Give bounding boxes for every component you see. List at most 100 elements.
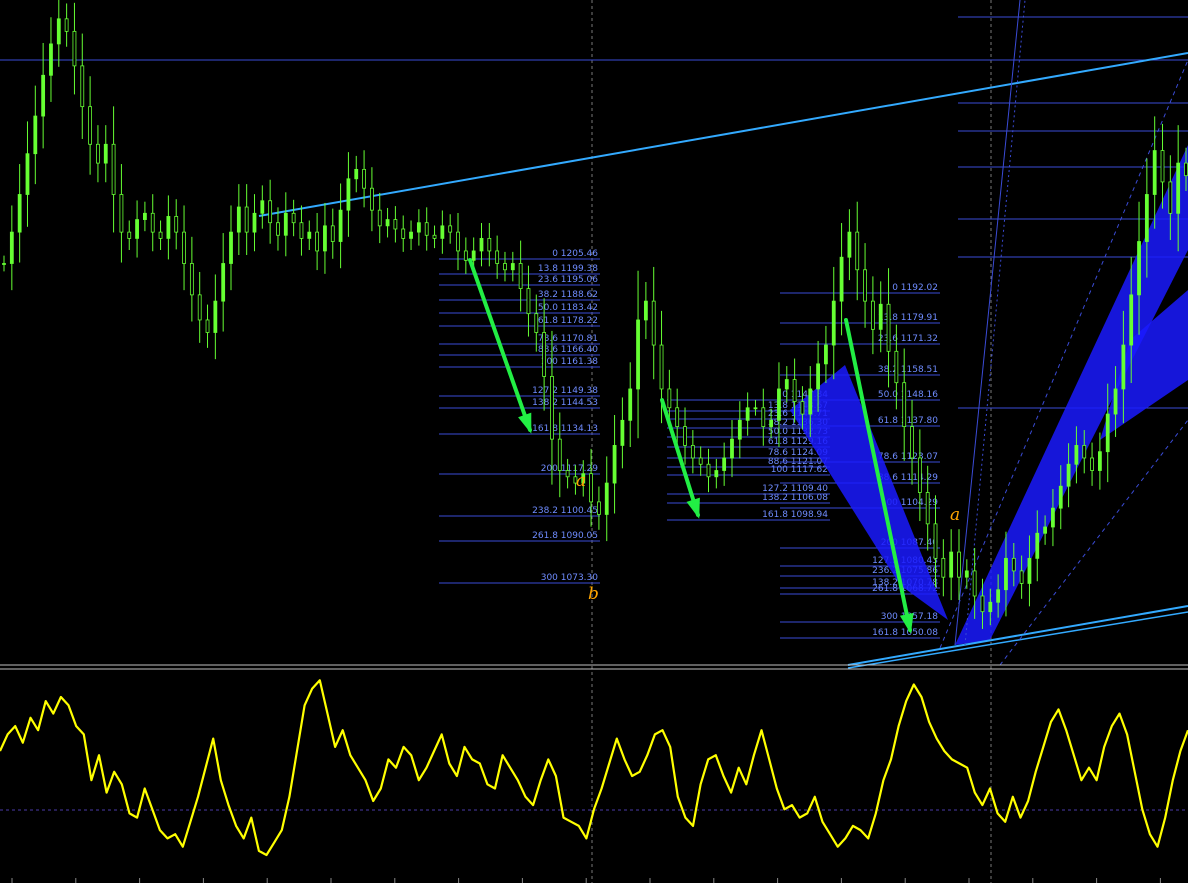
fib-level-label: 61.8 1178.22 (538, 316, 598, 326)
candle-body (1129, 294, 1134, 346)
candle-body (338, 209, 343, 242)
candle-body (135, 219, 139, 239)
candle-body (769, 419, 774, 428)
candle-body (495, 250, 500, 264)
candle-body (839, 256, 844, 302)
candle-body (1066, 463, 1071, 487)
candle-body (471, 250, 476, 261)
candle-body (440, 225, 445, 239)
candle-body (362, 168, 366, 189)
candle-body (330, 225, 335, 242)
candle-body (557, 438, 562, 471)
candle-body (792, 379, 797, 402)
candle-body (1035, 532, 1040, 559)
candle-body (972, 570, 977, 597)
annotation-a-1: a (576, 471, 586, 491)
candle-body (753, 407, 758, 410)
candle-body (589, 473, 593, 503)
candle-body (503, 263, 507, 271)
candle-body (902, 382, 907, 428)
candle-body (1097, 451, 1102, 471)
candle-body (1011, 557, 1016, 572)
candle-body (448, 225, 453, 233)
candle-body (370, 187, 374, 211)
candle-body (949, 551, 954, 578)
fib-level-label: 138.2 1144.53 (532, 398, 598, 408)
candle-body (730, 438, 734, 459)
candle-body (25, 153, 30, 195)
candle-body (643, 300, 648, 321)
candle-body (518, 263, 523, 289)
fib-level-label: 100 1161.38 (541, 357, 599, 367)
annotation-b: b (588, 584, 599, 604)
fib-level-label: 261.8 1090.05 (532, 531, 598, 541)
candle-body (917, 457, 922, 493)
candle-body (1144, 194, 1149, 242)
candle-body (283, 212, 288, 236)
candle-body (307, 231, 312, 239)
candle-body (1004, 557, 1008, 591)
candle-body (213, 300, 218, 333)
candle-body (526, 288, 531, 315)
candle-body (784, 379, 789, 390)
fib-level-label: 161.8 1098.94 (762, 510, 828, 520)
candle-body (244, 206, 249, 233)
candle-body (698, 457, 703, 465)
candle-body (824, 344, 828, 365)
candle-body (252, 212, 257, 233)
candle-body (479, 237, 484, 252)
candle-body (150, 212, 155, 233)
candle-body (236, 206, 241, 233)
fib-level-label: 38.2 1158.51 (878, 365, 938, 375)
fib-level-label: 38.2 1188.62 (538, 290, 598, 300)
candle-body (565, 470, 570, 478)
fib-level-label: 50.0 1148.16 (878, 390, 938, 400)
fib-level-label: 78.6 1170.81 (538, 334, 598, 344)
fib-level-label: 138.2 1106.08 (762, 493, 828, 503)
candle-body (33, 115, 38, 155)
candle-body (777, 388, 781, 421)
candle-body (933, 523, 938, 559)
candle-body (17, 194, 22, 233)
candle-body (1027, 557, 1032, 584)
candle-body (604, 482, 609, 515)
candle-body (182, 231, 186, 264)
candle-body (487, 237, 492, 252)
candle-body (119, 194, 124, 233)
candle-body (456, 231, 460, 252)
candle-body (205, 319, 210, 333)
candle-body (401, 228, 406, 239)
fib-level-label: 161.8 1050.08 (872, 628, 938, 638)
fib-level-label: 61.8 1137.80 (878, 416, 938, 426)
candle-body (636, 319, 640, 390)
candle-body (1160, 150, 1165, 183)
candle-body (925, 492, 930, 525)
candle-body (1058, 485, 1063, 509)
candle-body (424, 222, 429, 236)
candle-body (745, 407, 750, 421)
candle-body (166, 216, 171, 239)
fib-level-label: 127.2 1149.38 (532, 386, 598, 396)
candle-body (683, 426, 687, 446)
fib-level-label: 50.0 1183.42 (538, 303, 598, 313)
candle-body (1105, 413, 1110, 453)
candle-body (1176, 162, 1181, 214)
candle-body (9, 231, 14, 264)
candle-body (1074, 445, 1079, 465)
candle-body (706, 463, 711, 478)
candle-body (1113, 388, 1118, 415)
candle-body (996, 589, 1001, 603)
candle-body (988, 601, 993, 613)
candle-body (299, 222, 304, 239)
candle-body (651, 300, 656, 346)
candle-body (291, 212, 296, 224)
candle-body (808, 388, 813, 415)
candle-body (64, 18, 69, 32)
chart-background (0, 0, 1188, 883)
fib-level-label: 23.6 1195.06 (538, 275, 598, 285)
candle-body (870, 300, 875, 330)
candle-body (49, 43, 53, 76)
candle-body (315, 231, 320, 252)
candle-body (510, 263, 515, 271)
candle-body (260, 200, 265, 214)
